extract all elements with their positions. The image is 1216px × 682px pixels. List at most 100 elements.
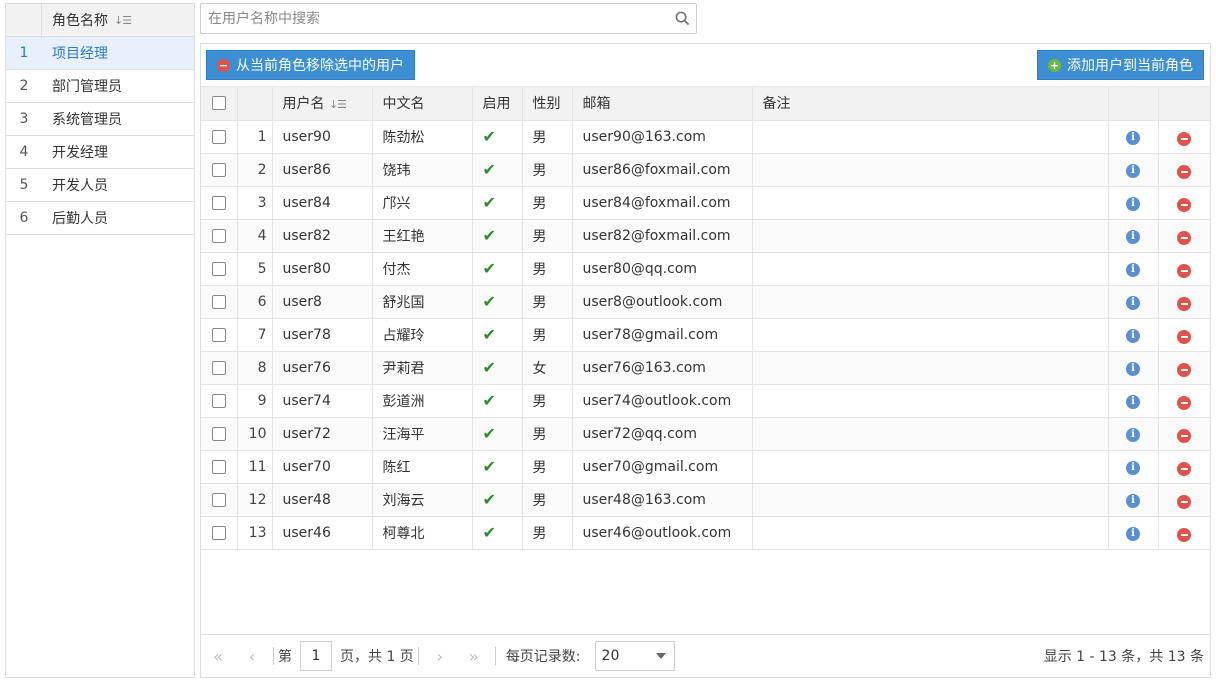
table-row[interactable]: 7 user78 占耀玲 ✔ 男 user78@gmail.com i [201, 318, 1210, 352]
info-icon[interactable]: i [1126, 130, 1140, 145]
page-number-input[interactable] [300, 641, 332, 671]
row-checkbox[interactable] [211, 525, 226, 540]
gender-column-header[interactable]: 性别 [522, 87, 573, 121]
page-size-select[interactable]: 20 [594, 641, 675, 671]
role-list-item[interactable]: 3 系统管理员 [6, 103, 194, 136]
row-checkbox[interactable] [211, 459, 226, 474]
remove-icon[interactable] [1177, 329, 1192, 344]
table-row[interactable]: 3 user84 邝兴 ✔ 男 user84@foxmail.com i [201, 186, 1210, 220]
minus-circle-icon: − [217, 58, 230, 72]
role-list-item[interactable]: 4 开发经理 [6, 136, 194, 169]
select-all-checkbox[interactable] [211, 96, 226, 111]
remove-icon[interactable] [1177, 461, 1192, 476]
table-row[interactable]: 10 user72 汪海平 ✔ 男 user72@qq.com i [201, 417, 1210, 451]
remove-icon[interactable] [1177, 263, 1192, 278]
table-row[interactable]: 8 user76 尹莉君 ✔ 女 user76@163.com i [201, 351, 1210, 385]
sort-icon[interactable]: ↓☰ [329, 98, 347, 111]
gender-cell: 男 [522, 219, 573, 253]
table-row[interactable]: 4 user82 王红艳 ✔ 男 user82@foxmail.com i [201, 219, 1210, 253]
remove-icon[interactable] [1177, 296, 1192, 311]
info-icon[interactable]: i [1126, 262, 1140, 277]
username-cell: user48 [272, 483, 373, 517]
add-users-button[interactable]: + 添加用户到当前角色 [1037, 50, 1204, 80]
info-icon[interactable]: i [1126, 229, 1140, 244]
remove-icon[interactable] [1177, 164, 1192, 179]
info-icon[interactable]: i [1126, 427, 1140, 442]
remove-icon[interactable] [1177, 428, 1192, 443]
role-list-item[interactable]: 1 项目经理 [6, 37, 194, 70]
row-checkbox[interactable] [211, 261, 226, 276]
role-row-number: 4 [19, 144, 29, 160]
table-row[interactable]: 9 user74 彭道洲 ✔ 男 user74@outlook.com i [201, 384, 1210, 418]
enabled-cell: ✔ [472, 318, 523, 352]
last-page-button[interactable]: » [457, 641, 491, 671]
info-icon[interactable]: i [1126, 460, 1140, 475]
role-name: 开发经理 [52, 145, 108, 161]
cname-cell: 舒兆国 [372, 285, 473, 319]
row-checkbox[interactable] [211, 393, 226, 408]
role-name-column-header[interactable]: 角色名称 ↓☰ [42, 10, 132, 30]
search-input[interactable] [201, 4, 668, 33]
prev-page-button[interactable]: ‹ [235, 641, 269, 671]
remove-icon[interactable] [1177, 395, 1192, 410]
remark-cell [752, 417, 1109, 451]
row-checkbox[interactable] [211, 492, 226, 507]
remove-icon[interactable] [1177, 527, 1192, 542]
row-number: 9 [237, 384, 273, 418]
table-row[interactable]: 2 user86 饶玮 ✔ 男 user86@foxmail.com i [201, 153, 1210, 187]
next-page-button[interactable]: › [423, 641, 457, 671]
info-icon[interactable]: i [1126, 526, 1140, 541]
role-list-item[interactable]: 6 后勤人员 [6, 202, 194, 235]
email-cell: user84@foxmail.com [572, 186, 753, 220]
row-checkbox[interactable] [211, 129, 226, 144]
remove-users-button[interactable]: − 从当前角色移除选中的用户 [206, 50, 415, 80]
row-checkbox[interactable] [211, 195, 226, 210]
sort-icon[interactable]: ↓☰ [114, 14, 132, 27]
row-checkbox[interactable] [211, 162, 226, 177]
info-cell: i [1108, 516, 1159, 550]
remove-icon[interactable] [1177, 230, 1192, 245]
username-cell: user82 [272, 219, 373, 253]
info-icon[interactable]: i [1126, 328, 1140, 343]
user-table: 用户名 ↓☰ 中文名 启用 性别 邮箱 备注 1 user90 陈劲松 ✔ 男 user9… [201, 87, 1210, 550]
info-icon[interactable]: i [1126, 361, 1140, 376]
email-column-header[interactable]: 邮箱 [572, 87, 753, 121]
row-checkbox[interactable] [211, 228, 226, 243]
role-name: 项目经理 [52, 46, 108, 62]
table-row[interactable]: 13 user46 柯尊北 ✔ 男 user46@outlook.com i [201, 516, 1210, 550]
table-row[interactable]: 1 user90 陈劲松 ✔ 男 user90@163.com i [201, 120, 1210, 154]
remove-icon[interactable] [1177, 197, 1192, 212]
remove-icon[interactable] [1177, 494, 1192, 509]
table-row[interactable]: 5 user80 付杰 ✔ 男 user80@qq.com i [201, 252, 1210, 286]
remove-icon[interactable] [1177, 131, 1192, 146]
row-checkbox[interactable] [211, 360, 226, 375]
table-row[interactable]: 6 user8 舒兆国 ✔ 男 user8@outlook.com i [201, 285, 1210, 319]
info-cell: i [1108, 384, 1159, 418]
remark-column-header[interactable]: 备注 [752, 87, 1109, 121]
info-icon[interactable]: i [1126, 295, 1140, 310]
role-list-item[interactable]: 2 部门管理员 [6, 70, 194, 103]
first-page-button[interactable]: « [201, 641, 235, 671]
enabled-column-header[interactable]: 启用 [472, 87, 523, 121]
remove-icon[interactable] [1177, 362, 1192, 377]
gender-cell: 男 [522, 384, 573, 418]
role-name: 部门管理员 [52, 79, 122, 95]
cname-column-header[interactable]: 中文名 [372, 87, 473, 121]
row-select-cell [201, 318, 238, 352]
info-icon[interactable]: i [1126, 196, 1140, 211]
pager-info: 显示 1 - 13 条，共 13 条 [1043, 649, 1204, 665]
table-row[interactable]: 11 user70 陈红 ✔ 男 user70@gmail.com i [201, 450, 1210, 484]
table-row[interactable]: 12 user48 刘海云 ✔ 男 user48@163.com i [201, 483, 1210, 517]
row-checkbox[interactable] [211, 426, 226, 441]
info-icon[interactable]: i [1126, 394, 1140, 409]
enabled-cell: ✔ [472, 384, 523, 418]
info-icon[interactable]: i [1126, 493, 1140, 508]
row-checkbox[interactable] [211, 327, 226, 342]
username-column-header[interactable]: 用户名 ↓☰ [272, 87, 373, 121]
role-list-item[interactable]: 5 开发人员 [6, 169, 194, 202]
roles-number-header [6, 4, 42, 36]
row-checkbox[interactable] [211, 294, 226, 309]
row-select-cell [201, 153, 238, 187]
info-icon[interactable]: i [1126, 163, 1140, 178]
search-icon[interactable] [668, 11, 696, 26]
